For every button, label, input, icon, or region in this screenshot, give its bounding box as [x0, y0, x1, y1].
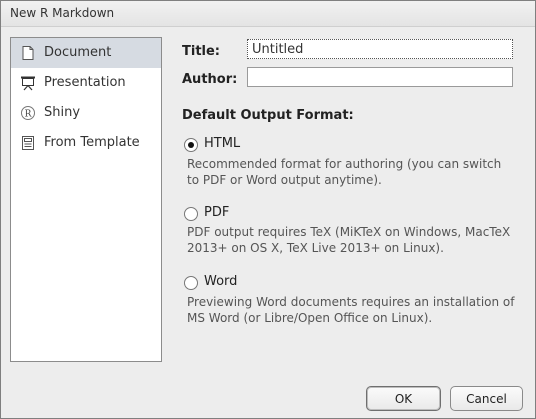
title-bar[interactable]: New R Markdown — [1, 1, 535, 27]
sidebar-item-label: Presentation — [44, 75, 126, 90]
sidebar-item-document[interactable]: Document — [11, 38, 161, 68]
cancel-button[interactable]: Cancel — [450, 386, 523, 411]
html-radio[interactable] — [184, 138, 198, 152]
window-title: New R Markdown — [10, 6, 115, 20]
title-input[interactable] — [247, 39, 513, 59]
default-output-format-heading: Default Output Format: — [182, 108, 354, 123]
format-sidebar: Document Presentation R Shiny From Templ… — [10, 37, 162, 362]
new-r-markdown-dialog: New R Markdown Document Presentation R S… — [0, 0, 536, 419]
presentation-icon — [21, 76, 35, 91]
sidebar-item-shiny[interactable]: R Shiny — [11, 98, 161, 128]
html-option-label: HTML — [204, 136, 241, 151]
sidebar-item-label: Document — [44, 45, 112, 60]
author-input[interactable] — [247, 67, 513, 87]
sidebar-item-from-template[interactable]: From Template — [11, 128, 161, 158]
pdf-option-label: PDF — [204, 205, 230, 220]
shiny-icon: R — [21, 106, 35, 120]
word-option-label: Word — [204, 274, 238, 289]
template-icon — [22, 136, 34, 150]
html-description: Recommended format for authoring (you ca… — [187, 157, 502, 187]
document-icon — [22, 46, 34, 60]
title-label: Title: — [182, 44, 221, 59]
sidebar-item-label: From Template — [44, 135, 140, 150]
sidebar-item-presentation[interactable]: Presentation — [11, 68, 161, 98]
word-description: Previewing Word documents requires an in… — [187, 295, 515, 325]
word-radio[interactable] — [184, 276, 198, 290]
svg-text:R: R — [25, 110, 32, 120]
pdf-radio[interactable] — [184, 207, 198, 221]
pdf-description: PDF output requires TeX (MiKTeX on Windo… — [187, 225, 511, 255]
ok-button[interactable]: OK — [366, 386, 441, 411]
author-label: Author: — [182, 72, 238, 87]
sidebar-item-label: Shiny — [44, 105, 81, 120]
